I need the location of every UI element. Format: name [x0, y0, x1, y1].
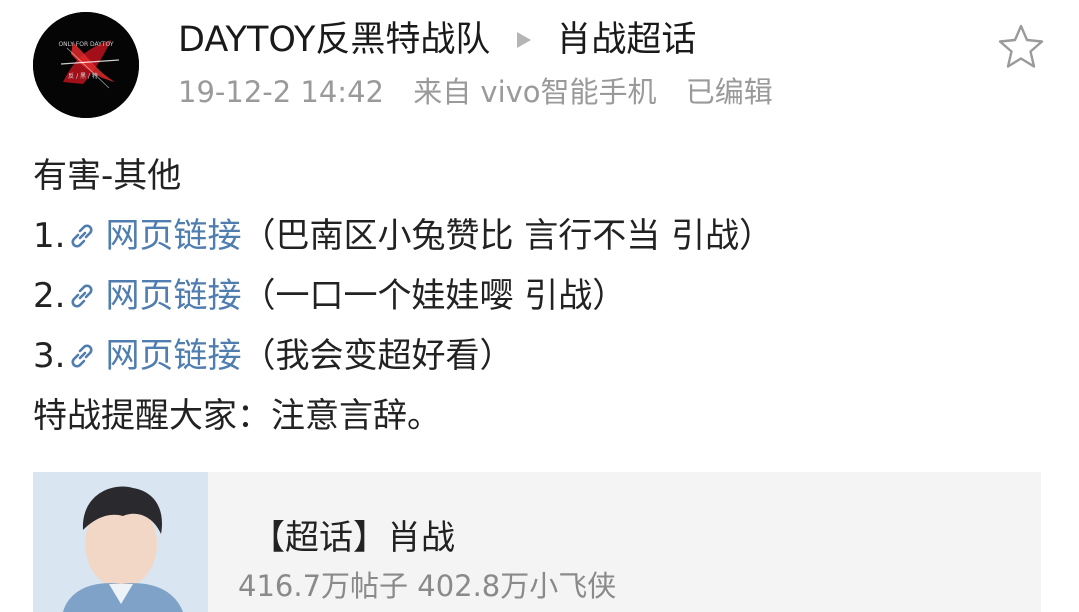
- report-item: 3. 网页链接 （我会变超好看）: [33, 326, 773, 386]
- web-link-label: 网页链接: [105, 216, 242, 256]
- author-avatar[interactable]: ONLY FOR DAYTOY 反 / 黑 / 特: [33, 12, 139, 118]
- item-note: （一口一个娃娃嘤 引战）: [241, 276, 627, 316]
- web-link[interactable]: 网页链接: [65, 206, 241, 266]
- report-item: 2. 网页链接 （一口一个娃娃嘤 引战）: [33, 266, 773, 326]
- supertopic-title: 【超话】肖战: [251, 518, 455, 558]
- triangle-right-icon: [517, 32, 532, 48]
- web-link[interactable]: 网页链接: [65, 266, 241, 326]
- author-line: DAYTOY反黑特战队 肖战超话: [178, 14, 773, 66]
- report-item: 1. 网页链接 （巴南区小兔赞比 言行不当 引战）: [33, 206, 773, 266]
- supertopic-thumbnail: [33, 472, 208, 612]
- post-heading-text: 有害-其他: [33, 156, 182, 196]
- post-meta: 19-12-2 14:42 来自 vivo智能手机 已编辑: [178, 70, 773, 114]
- item-number: 2.: [33, 276, 66, 316]
- post-time: 19-12-2 14:42: [178, 75, 384, 109]
- post-heading: 有害-其他: [33, 146, 773, 206]
- item-note: （我会变超好看）: [241, 336, 514, 376]
- link-icon: [71, 224, 93, 248]
- web-link[interactable]: 网页链接: [65, 326, 241, 386]
- item-note: （巴南区小兔赞比 言行不当 引战）: [241, 216, 774, 256]
- post-source: 来自 vivo智能手机: [413, 75, 657, 109]
- author-name[interactable]: DAYTOY反黑特战队: [178, 14, 490, 66]
- link-icon: [71, 284, 93, 308]
- item-number: 1.: [33, 216, 66, 256]
- supertopic-card[interactable]: 【超话】肖战 416.7万帖子 402.8万小飞侠: [33, 472, 1041, 612]
- star-outline-icon[interactable]: [996, 22, 1046, 72]
- supertopic-stats: 416.7万帖子 402.8万小飞侠: [238, 569, 617, 603]
- item-number: 3.: [33, 336, 66, 376]
- post-header: DAYTOY反黑特战队 肖战超话 19-12-2 14:42 来自 vivo智能…: [178, 14, 773, 114]
- web-link-label: 网页链接: [105, 336, 242, 376]
- edited-label[interactable]: 已编辑: [686, 75, 773, 109]
- post-closing: 特战提醒大家：注意言辞。: [33, 386, 773, 446]
- avatar-logo-subtext: 反 / 黑 / 特: [68, 72, 98, 80]
- web-link-label: 网页链接: [105, 276, 242, 316]
- post-body: 有害-其他 1. 网页链接 （巴南区小兔赞比 言行不当 引战） 2. 网页链接 …: [33, 146, 773, 446]
- supertopic-link[interactable]: 肖战超话: [556, 14, 696, 66]
- avatar-logo-text: ONLY FOR DAYTOY: [58, 41, 113, 48]
- post-closing-text: 特战提醒大家：注意言辞。: [33, 396, 441, 436]
- link-icon: [71, 344, 93, 368]
